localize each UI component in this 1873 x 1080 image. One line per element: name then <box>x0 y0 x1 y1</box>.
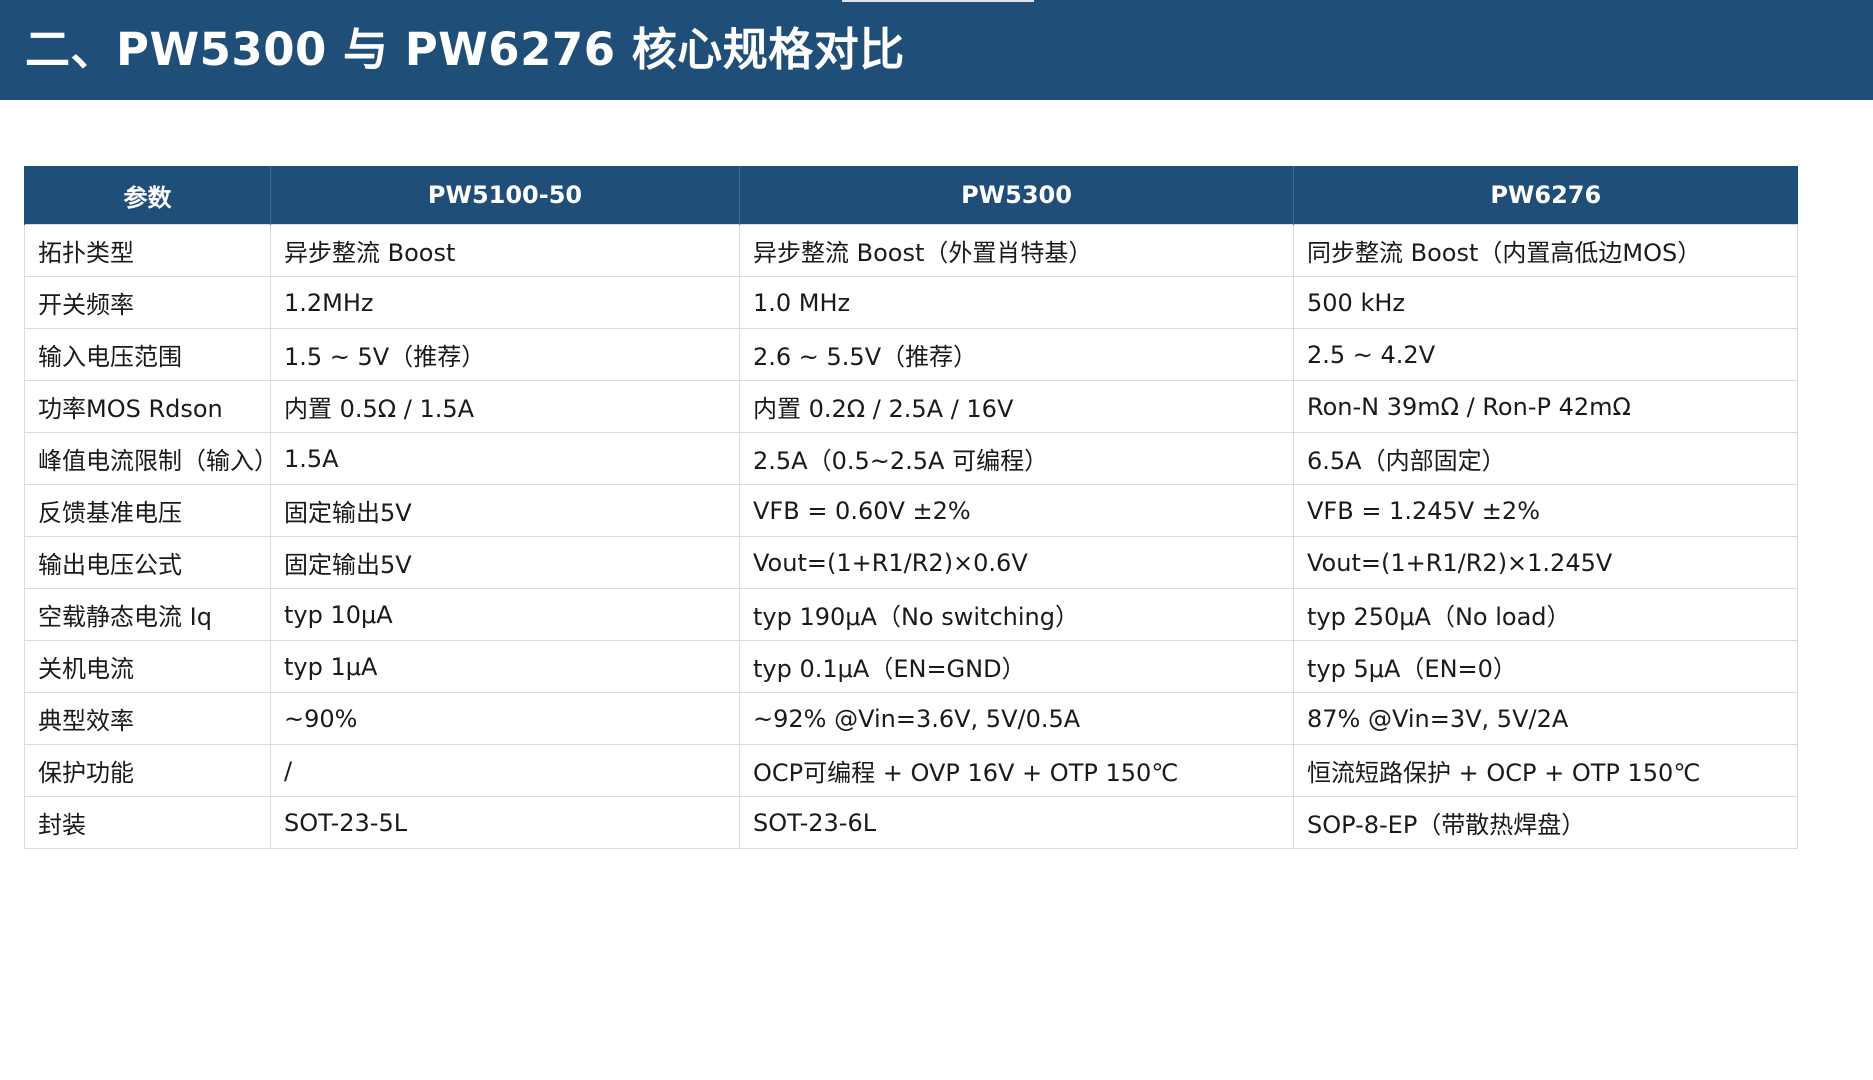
pw5100-50-cell: 异步整流 Boost <box>270 224 740 277</box>
table-row: 关机电流 typ 1μA typ 0.1μA（EN=GND） typ 5μA（E… <box>24 640 1798 693</box>
pw5300-cell: 2.5A（0.5~2.5A 可编程） <box>739 432 1294 485</box>
parameter-cell: 反馈基准电压 <box>24 484 271 537</box>
parameter-cell: 封装 <box>24 796 271 849</box>
pw5100-50-cell: typ 10μA <box>270 588 740 641</box>
pw6276-cell: 恒流短路保护 + OCP + OTP 150℃ <box>1293 744 1798 797</box>
pw6276-cell: Ron-N 39mΩ / Ron-P 42mΩ <box>1293 380 1798 433</box>
pw5100-50-cell: 1.2MHz <box>270 276 740 329</box>
parameter-cell: 空载静态电流 Iq <box>24 588 271 641</box>
header-pw5100-50: PW5100-50 <box>270 166 740 225</box>
pw5100-50-cell: 固定输出5V <box>270 484 740 537</box>
header-pw6276: PW6276 <box>1293 166 1798 225</box>
pw6276-cell: 500 kHz <box>1293 276 1798 329</box>
parameter-cell: 峰值电流限制（输入） <box>24 432 271 485</box>
pw5100-50-cell: 1.5A <box>270 432 740 485</box>
parameter-cell: 拓扑类型 <box>24 224 271 277</box>
pw5300-cell: ~92% @Vin=3.6V, 5V/0.5A <box>739 692 1294 745</box>
pw6276-cell: VFB = 1.245V ±2% <box>1293 484 1798 537</box>
title-bar-accent-line <box>842 0 1034 2</box>
pw5300-cell: 2.6 ~ 5.5V（推荐） <box>739 328 1294 381</box>
pw6276-cell: Vout=(1+R1/R2)×1.245V <box>1293 536 1798 589</box>
header-parameter: 参数 <box>24 166 271 225</box>
page-title: 二、PW5300 与 PW6276 核心规格对比 <box>25 23 905 76</box>
pw5300-cell: 异步整流 Boost（外置肖特基） <box>739 224 1294 277</box>
table-row: 峰值电流限制（输入） 1.5A 2.5A（0.5~2.5A 可编程） 6.5A（… <box>24 432 1798 485</box>
pw6276-cell: typ 5μA（EN=0） <box>1293 640 1798 693</box>
pw5300-cell: typ 190μA（No switching） <box>739 588 1294 641</box>
spec-comparison-table: 参数 PW5100-50 PW5300 PW6276 拓扑类型 异步整流 Boo… <box>24 166 1798 849</box>
parameter-cell: 关机电流 <box>24 640 271 693</box>
table-row: 空载静态电流 Iq typ 10μA typ 190μA（No switchin… <box>24 588 1798 641</box>
table-row: 开关频率 1.2MHz 1.0 MHz 500 kHz <box>24 276 1798 329</box>
pw6276-cell: 6.5A（内部固定） <box>1293 432 1798 485</box>
pw5300-cell: typ 0.1μA（EN=GND） <box>739 640 1294 693</box>
table-row: 输出电压公式 固定输出5V Vout=(1+R1/R2)×0.6V Vout=(… <box>24 536 1798 589</box>
pw5100-50-cell: 内置 0.5Ω / 1.5A <box>270 380 740 433</box>
pw5100-50-cell: / <box>270 744 740 797</box>
header-pw5300: PW5300 <box>739 166 1294 225</box>
table-row: 封装 SOT-23-5L SOT-23-6L SOP-8-EP（带散热焊盘） <box>24 796 1798 849</box>
pw6276-cell: 2.5 ~ 4.2V <box>1293 328 1798 381</box>
pw6276-cell: 87% @Vin=3V, 5V/2A <box>1293 692 1798 745</box>
table-row: 反馈基准电压 固定输出5V VFB = 0.60V ±2% VFB = 1.24… <box>24 484 1798 537</box>
pw5300-cell: Vout=(1+R1/R2)×0.6V <box>739 536 1294 589</box>
pw5300-cell: 内置 0.2Ω / 2.5A / 16V <box>739 380 1294 433</box>
table-row: 保护功能 / OCP可编程 + OVP 16V + OTP 150℃ 恒流短路保… <box>24 744 1798 797</box>
pw5100-50-cell: typ 1μA <box>270 640 740 693</box>
parameter-cell: 功率MOS Rdson <box>24 380 271 433</box>
pw5100-50-cell: SOT-23-5L <box>270 796 740 849</box>
pw6276-cell: SOP-8-EP（带散热焊盘） <box>1293 796 1798 849</box>
parameter-cell: 输入电压范围 <box>24 328 271 381</box>
pw5300-cell: SOT-23-6L <box>739 796 1294 849</box>
parameter-cell: 保护功能 <box>24 744 271 797</box>
pw6276-cell: typ 250μA（No load） <box>1293 588 1798 641</box>
table-header-row: 参数 PW5100-50 PW5300 PW6276 <box>24 166 1798 225</box>
pw5100-50-cell: 1.5 ~ 5V（推荐） <box>270 328 740 381</box>
pw5300-cell: VFB = 0.60V ±2% <box>739 484 1294 537</box>
pw5100-50-cell: 固定输出5V <box>270 536 740 589</box>
table-row: 典型效率 ~90% ~92% @Vin=3.6V, 5V/0.5A 87% @V… <box>24 692 1798 745</box>
parameter-cell: 典型效率 <box>24 692 271 745</box>
parameter-cell: 开关频率 <box>24 276 271 329</box>
pw6276-cell: 同步整流 Boost（内置高低边MOS） <box>1293 224 1798 277</box>
parameter-cell: 输出电压公式 <box>24 536 271 589</box>
pw5300-cell: OCP可编程 + OVP 16V + OTP 150℃ <box>739 744 1294 797</box>
pw5100-50-cell: ~90% <box>270 692 740 745</box>
pw5300-cell: 1.0 MHz <box>739 276 1294 329</box>
table-row: 功率MOS Rdson 内置 0.5Ω / 1.5A 内置 0.2Ω / 2.5… <box>24 380 1798 433</box>
table-row: 输入电压范围 1.5 ~ 5V（推荐） 2.6 ~ 5.5V（推荐） 2.5 ~… <box>24 328 1798 381</box>
table-row: 拓扑类型 异步整流 Boost 异步整流 Boost（外置肖特基） 同步整流 B… <box>24 224 1798 277</box>
